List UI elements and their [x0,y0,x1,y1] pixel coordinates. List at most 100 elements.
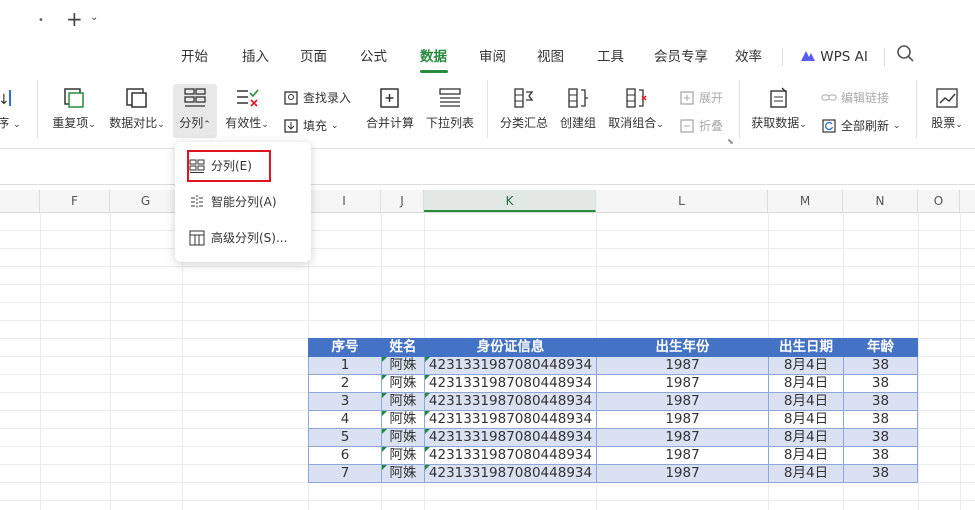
table-cell[interactable]: 38 [843,428,918,447]
table-cell[interactable]: 阿姝 [381,356,425,375]
table-cell[interactable]: 8月4日 [768,392,844,411]
grid-line [960,212,961,510]
menu-tools[interactable]: 工具 [597,46,624,68]
wps-ai-button[interactable]: WPS AI [800,46,868,68]
column-header-l[interactable]: L [596,190,768,212]
table-cell[interactable]: 1987 [596,356,769,375]
menu-data[interactable]: 数据 [420,46,447,68]
menu-insert[interactable]: 插入 [242,46,269,68]
ungroup-button[interactable]: 取消组合⌄ [604,86,668,131]
table-cell[interactable]: 38 [843,410,918,429]
create-group-button[interactable]: 创建组 [556,86,600,131]
compare-button[interactable]: 数据对比⌄ [106,86,168,131]
find-entry-button[interactable]: 查找录入 [283,89,351,106]
menu-member[interactable]: 会员专享 [654,46,708,68]
table-cell[interactable]: 4231331987080448934 [424,446,597,465]
edit-links-label: 编辑链接 [841,91,890,105]
table-cell[interactable]: 1987 [596,428,769,447]
table-cell[interactable]: 38 [843,446,918,465]
header-cell[interactable]: 身份证信息 [424,338,597,357]
get-data-button[interactable]: 获取数据⌄ [748,86,810,131]
header-cell[interactable]: 姓名 [381,338,425,357]
table-cell[interactable]: 5 [308,428,382,447]
table-cell[interactable]: 1987 [596,446,769,465]
table-cell[interactable]: 阿姝 [381,446,425,465]
refresh-all-button[interactable]: 全部刷新 ⌄ [821,117,901,134]
table-cell[interactable]: 8月4日 [768,374,844,393]
header-cell[interactable]: 出生年份 [596,338,769,357]
chevron-down-icon[interactable]: ⌄ [90,12,98,23]
table-cell[interactable]: 阿姝 [381,410,425,429]
table-cell[interactable]: 4231331987080448934 [424,356,597,375]
header-cell[interactable]: 出生日期 [768,338,844,357]
table-cell[interactable]: 38 [843,374,918,393]
menu-view[interactable]: 视图 [537,46,564,68]
new-tab-button[interactable]: + [66,7,83,31]
table-cell[interactable]: 4231331987080448934 [424,374,597,393]
table-cell[interactable]: 2 [308,374,382,393]
column-header-k[interactable]: K [424,190,596,212]
table-cell[interactable]: 8月4日 [768,446,844,465]
split-menu-item-smart[interactable]: 智能分列(A) [189,193,277,210]
split-menu-item-advanced[interactable]: 高级分列(S)... [189,229,287,246]
table-cell[interactable]: 7 [308,464,382,483]
collapse-button[interactable]: 折叠 [679,117,723,134]
table-cell[interactable]: 8月4日 [768,410,844,429]
menu-efficiency[interactable]: 效率 [735,46,762,68]
duplicate-button[interactable]: 重复项⌄ [48,86,100,131]
grid-line [0,302,975,303]
search-icon[interactable] [896,44,916,67]
split-menu-item-label: 智能分列(A) [211,195,277,209]
table-cell[interactable]: 阿姝 [381,464,425,483]
table-cell[interactable]: 4231331987080448934 [424,464,597,483]
dropdown-list-button[interactable]: 下拉列表 [422,86,478,131]
split-button[interactable]: 分列⌃ [173,86,217,131]
table-cell[interactable]: 38 [843,464,918,483]
sort-button[interactable]: ↓ 序 ⌄ [0,86,24,131]
table-cell[interactable]: 1987 [596,464,769,483]
table-cell[interactable]: 4231331987080448934 [424,410,597,429]
table-cell[interactable]: 8月4日 [768,356,844,375]
table-cell[interactable]: 阿姝 [381,374,425,393]
menu-formula[interactable]: 公式 [360,46,387,68]
column-header-g[interactable]: G [110,190,182,212]
merge-calc-button[interactable]: 合并计算 [362,86,418,131]
menu-page[interactable]: 页面 [300,46,327,68]
dialog-launcher-icon[interactable]: ⬊ [727,137,734,146]
table-cell[interactable]: 38 [843,392,918,411]
header-cell[interactable]: 年龄 [843,338,918,357]
table-cell[interactable]: 6 [308,446,382,465]
table-cell[interactable]: 38 [843,356,918,375]
table-cell[interactable]: 1 [308,356,382,375]
column-header-n[interactable]: N [843,190,918,212]
menu-home[interactable]: 开始 [181,46,208,68]
menu-review[interactable]: 审阅 [479,46,506,68]
table-cell[interactable]: 3 [308,392,382,411]
column-header-m[interactable]: M [768,190,843,212]
table-cell[interactable]: 1987 [596,374,769,393]
table-cell[interactable]: 4231331987080448934 [424,392,597,411]
table-cell[interactable]: 4231331987080448934 [424,428,597,447]
edit-links-button[interactable]: 编辑链接 [821,89,889,106]
table-cell[interactable]: 阿姝 [381,428,425,447]
table-cell[interactable]: 1987 [596,392,769,411]
table-cell[interactable]: 4 [308,410,382,429]
column-header-i[interactable]: I [308,190,381,212]
table-cell[interactable]: 1987 [596,410,769,429]
column-header-o[interactable]: O [918,190,960,212]
document-tab[interactable] [0,6,58,34]
table-cell[interactable]: 8月4日 [768,464,844,483]
validity-button[interactable]: 有效性⌄ [222,86,272,131]
link-icon [821,94,837,100]
formula-bar[interactable] [0,156,975,185]
expand-button[interactable]: 展开 [679,89,723,106]
stocks-button[interactable]: 股票⌄ [926,86,968,131]
table-cell[interactable]: 8月4日 [768,428,844,447]
stocks-label: 股票 [931,116,956,130]
table-cell[interactable]: 阿姝 [381,392,425,411]
subtotal-button[interactable]: 分类汇总 [496,86,552,131]
header-cell[interactable]: 序号 [308,338,382,357]
column-header-f[interactable]: F [40,190,110,212]
column-header-j[interactable]: J [381,190,424,212]
fill-button[interactable]: 填充 ⌄ [283,117,339,134]
